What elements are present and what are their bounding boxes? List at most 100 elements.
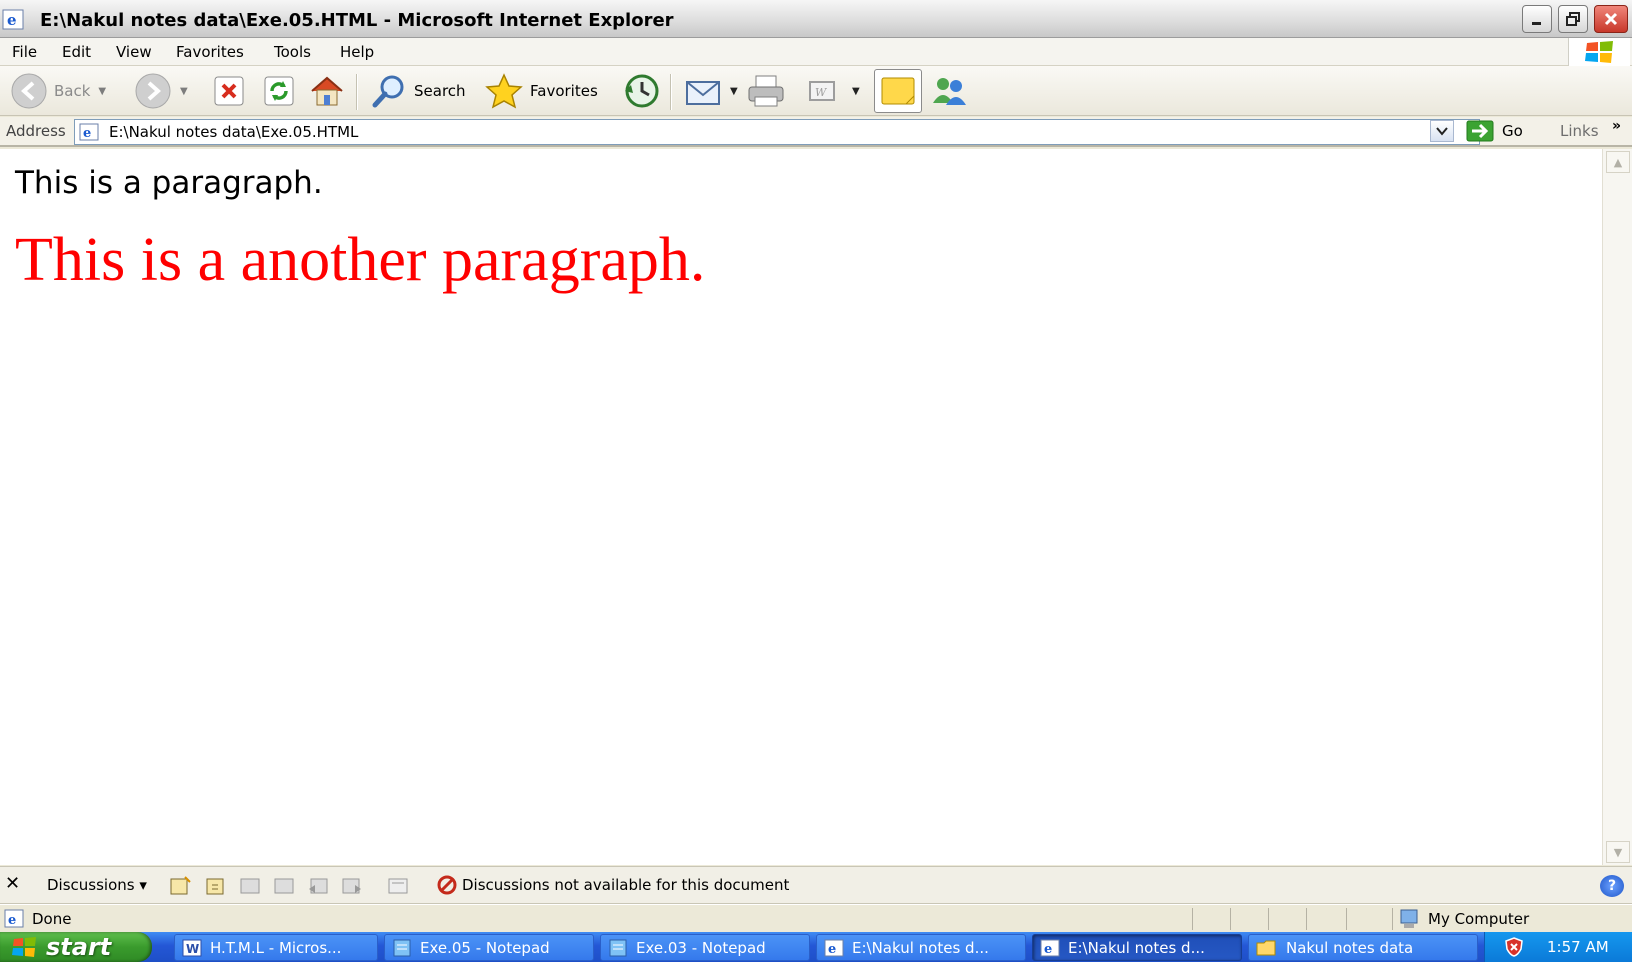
page-content: This is a paragraph. This is a another p… (0, 149, 1602, 865)
clock[interactable]: 1:57 AM (1547, 938, 1609, 956)
edit-button[interactable]: W ▼ (806, 72, 860, 110)
ie-page-icon: e (4, 909, 24, 928)
security-shield-icon[interactable] (1503, 936, 1525, 958)
menu-bar: File Edit View Favorites Tools Help (0, 38, 1632, 66)
close-icon (1604, 12, 1618, 26)
svg-text:e: e (828, 942, 836, 957)
svg-text:e: e (83, 126, 91, 141)
show-discussion-pane-icon[interactable] (386, 875, 410, 897)
menu-tools[interactable]: Tools (270, 42, 315, 62)
next-discussion-icon[interactable] (340, 875, 364, 897)
stop-button[interactable] (212, 72, 246, 110)
status-bar: e Done My Computer (0, 904, 1632, 932)
scroll-down-button[interactable]: ▼ (1606, 841, 1630, 863)
zone-label: My Computer (1428, 910, 1530, 928)
previous-discussion-icon[interactable] (306, 875, 330, 897)
insert-discussion-icon[interactable] (168, 875, 192, 897)
taskbar: start W H.T.M.L - Micros... Exe.05 - Not… (0, 932, 1632, 962)
my-computer-icon (1400, 909, 1418, 928)
address-input[interactable]: e E:\Nakul notes data\Exe.05.HTML (74, 119, 1480, 145)
close-discussions-icon[interactable]: ✕ (5, 873, 20, 894)
chevron-down-icon (1436, 127, 1448, 136)
toolbar-overflow-icon[interactable]: » (1612, 118, 1621, 134)
research-button[interactable] (874, 69, 922, 113)
collapse-discussions-icon[interactable] (272, 875, 296, 897)
history-button[interactable] (622, 72, 660, 110)
ie-icon: e (1040, 939, 1060, 957)
favorites-button[interactable]: Favorites (484, 72, 598, 110)
messenger-icon (933, 78, 966, 105)
standard-toolbar: Back ▼ ▼ Search Favorites ▼ W ▼ (0, 66, 1632, 116)
mail-dropdown-icon[interactable]: ▼ (730, 86, 738, 97)
restore-button[interactable] (1558, 5, 1588, 33)
minimize-button[interactable] (1522, 5, 1552, 33)
help-icon[interactable]: ? (1600, 875, 1624, 897)
status-pane-divider (1230, 908, 1231, 930)
links-toolbar[interactable]: Links (1560, 122, 1599, 140)
status-pane-divider (1392, 908, 1393, 930)
address-value: E:\Nakul notes data\Exe.05.HTML (109, 123, 359, 141)
close-button[interactable] (1594, 5, 1628, 33)
restore-icon (1566, 12, 1580, 26)
minimize-icon (1532, 22, 1541, 25)
stop-icon (214, 76, 244, 106)
taskbar-button-folder[interactable]: Nakul notes data (1248, 934, 1478, 961)
paragraph-2: This is a another paragraph. (15, 226, 706, 294)
go-button[interactable]: Go (1466, 120, 1523, 142)
forward-arrow-icon (135, 73, 171, 109)
address-label: Address (6, 122, 66, 140)
print-button[interactable] (746, 72, 786, 110)
ie-icon: e (2, 9, 24, 30)
menu-edit[interactable]: Edit (58, 42, 95, 62)
home-icon (311, 76, 343, 106)
address-dropdown-button[interactable] (1430, 120, 1454, 142)
taskbar-button-ie-2[interactable]: e E:\Nakul notes d... (1032, 934, 1242, 961)
back-dropdown-icon[interactable]: ▼ (98, 86, 106, 97)
forward-dropdown-icon[interactable]: ▼ (180, 86, 188, 97)
start-button[interactable]: start (0, 932, 152, 962)
taskbar-button-notepad-exe03[interactable]: Exe.03 - Notepad (600, 934, 810, 961)
search-label: Search (414, 82, 466, 100)
menu-favorites[interactable]: Favorites (172, 42, 248, 62)
taskbar-button-word[interactable]: W H.T.M.L - Micros... (174, 934, 378, 961)
forward-button[interactable]: ▼ (134, 72, 188, 110)
svg-text:e: e (8, 913, 16, 928)
refresh-button[interactable] (262, 72, 296, 110)
discussions-bar: ✕ Discussions ▾ Discussions not availabl… (0, 866, 1632, 904)
taskbar-label: Exe.03 - Notepad (636, 938, 766, 957)
insert-about-icon[interactable] (204, 875, 228, 897)
refresh-icon (264, 76, 294, 106)
vertical-scrollbar[interactable]: ▲ ▼ (1602, 149, 1632, 865)
home-button[interactable] (308, 72, 346, 110)
messenger-button[interactable] (930, 72, 970, 110)
discussions-menu[interactable]: Discussions ▾ (47, 876, 147, 894)
mail-icon (686, 81, 720, 105)
back-button[interactable]: Back ▼ (10, 72, 106, 110)
search-button[interactable]: Search (370, 72, 466, 110)
mail-button[interactable]: ▼ (684, 72, 738, 110)
menu-help[interactable]: Help (336, 42, 378, 62)
favorites-label: Favorites (530, 82, 598, 100)
edit-dropdown-icon[interactable]: ▼ (852, 86, 860, 97)
window-title: E:\Nakul notes data\Exe.05.HTML - Micros… (40, 10, 674, 31)
history-icon (625, 74, 659, 108)
status-pane-divider (1346, 908, 1347, 930)
title-bar: e E:\Nakul notes data\Exe.05.HTML - Micr… (0, 0, 1632, 38)
folder-icon (1256, 940, 1276, 955)
system-tray: 1:57 AM (1484, 932, 1632, 962)
svg-text:e: e (1044, 942, 1052, 957)
back-arrow-icon (11, 73, 47, 109)
expand-discussions-icon[interactable] (238, 875, 262, 897)
menu-view[interactable]: View (112, 42, 156, 62)
paragraph-1: This is a paragraph. (15, 165, 323, 201)
menu-file[interactable]: File (8, 42, 41, 62)
taskbar-button-notepad-exe05[interactable]: Exe.05 - Notepad (384, 934, 594, 961)
taskbar-button-ie-1[interactable]: e E:\Nakul notes d... (816, 934, 1026, 961)
scroll-up-button[interactable]: ▲ (1606, 151, 1630, 173)
search-icon (372, 75, 404, 108)
taskbar-label: Nakul notes data (1286, 938, 1414, 957)
security-zone: My Computer (1398, 908, 1529, 930)
status-done: Done (32, 910, 72, 928)
toolbar-separator (670, 74, 672, 110)
edit-document-icon: W (809, 81, 835, 101)
